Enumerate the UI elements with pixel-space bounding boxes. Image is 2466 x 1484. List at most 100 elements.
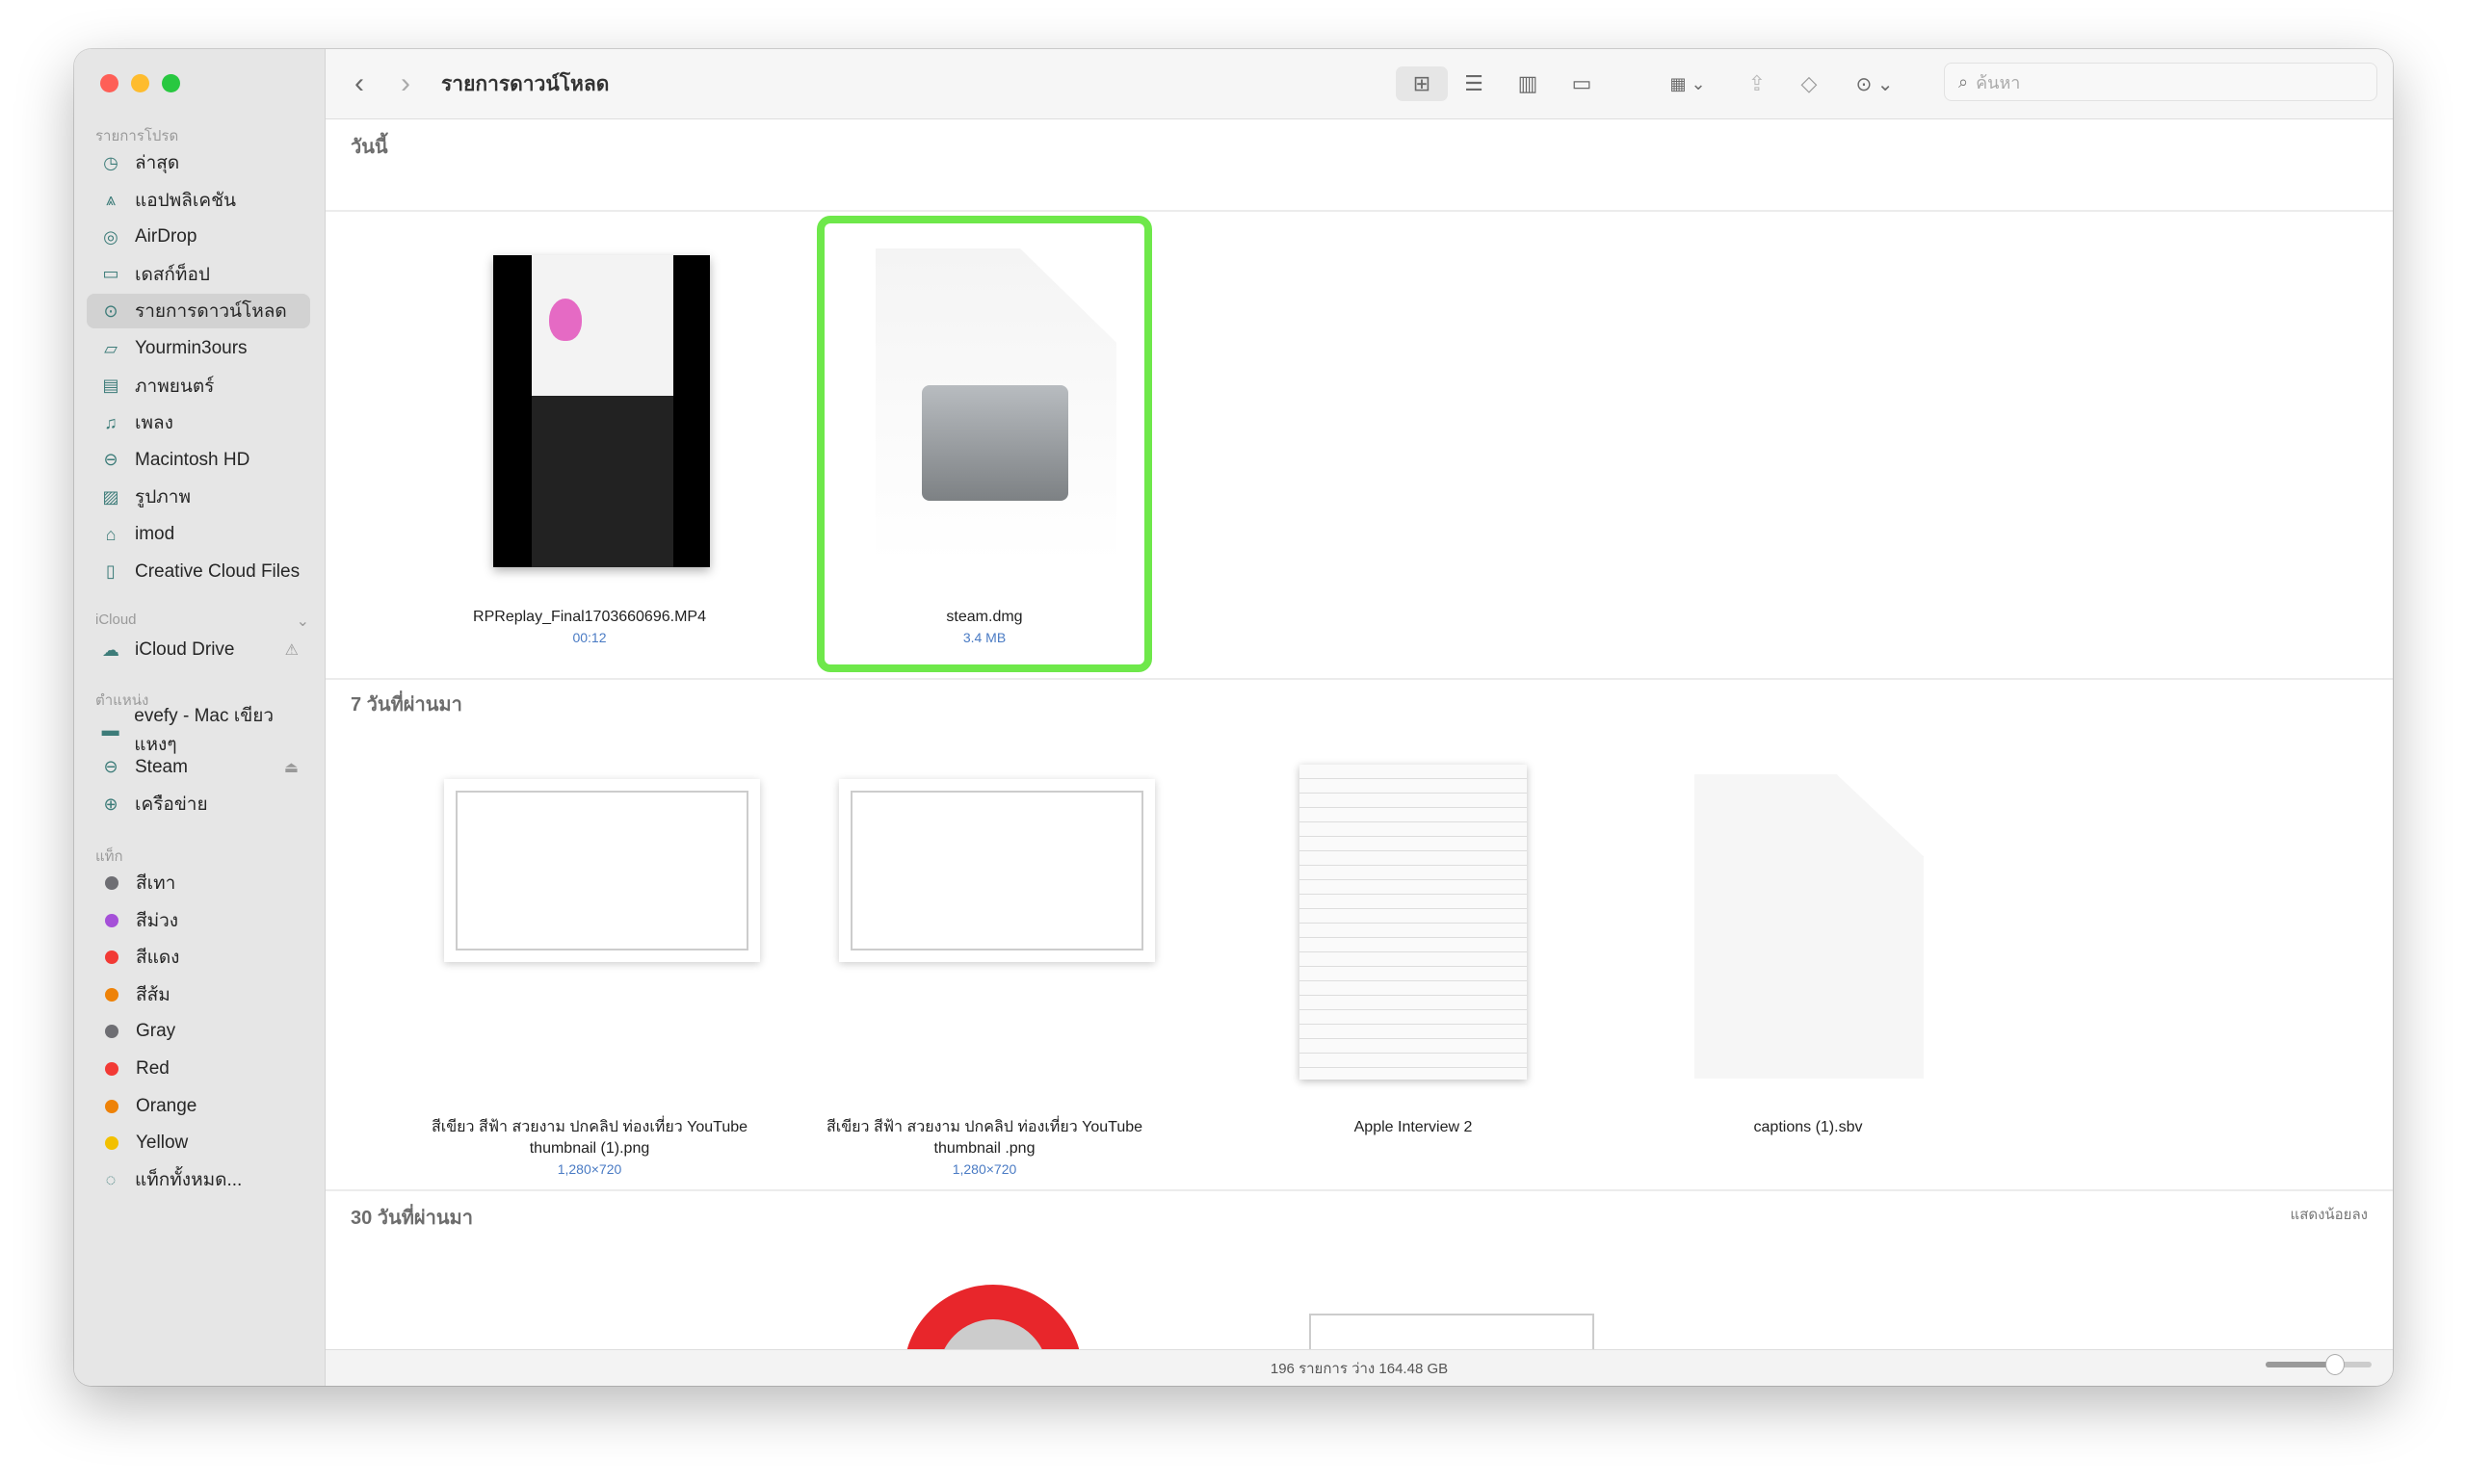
sidebar-item[interactable]: ▤ ภาพยนตร์ bbox=[87, 369, 310, 404]
image-thumbnail[interactable] bbox=[444, 779, 760, 962]
file-item[interactable]: steam.dmg 3.4 MB bbox=[797, 607, 1172, 647]
sidebar-item[interactable]: สีม่วง bbox=[87, 903, 310, 938]
back-button[interactable]: ‹ bbox=[345, 66, 374, 101]
disk-icon: ⊖ bbox=[103, 757, 118, 777]
sidebar-item-label: เพลง bbox=[135, 413, 173, 434]
eject-icon[interactable]: ⏏ bbox=[284, 758, 299, 777]
icon-view-button[interactable]: ⊞ bbox=[1396, 66, 1448, 101]
sidebar-item-icloud-drive[interactable]: ☁ iCloud Drive ⚠ bbox=[87, 633, 310, 667]
chevron-down-icon[interactable]: ⌄ bbox=[297, 612, 309, 631]
file-name: captions (1).sbv bbox=[1753, 1119, 1863, 1135]
tag-color-dot-icon bbox=[105, 1099, 118, 1113]
status-bar: 196 รายการ ว่าง 164.48 GB bbox=[326, 1349, 2393, 1386]
file-item[interactable]: สีเขียว สีฟ้า สวยงาม ปกคลิป ท่องเที่ยว Y… bbox=[402, 1117, 777, 1179]
minimize-button[interactable] bbox=[131, 74, 149, 92]
sidebar-item[interactable]: ▨ รูปภาพ bbox=[87, 480, 310, 514]
search-field[interactable]: ⌕ ค้นหา bbox=[1944, 63, 2377, 101]
sidebar-item-label: แอปพลิเคชัน bbox=[135, 190, 236, 211]
image-thumbnail[interactable] bbox=[839, 779, 1155, 962]
tag-color-dot-icon bbox=[105, 1136, 118, 1151]
sidebar-item-label: รูปภาพ bbox=[135, 487, 191, 508]
sidebar-item[interactable]: ▯ Creative Cloud Files bbox=[87, 555, 310, 589]
warning-icon: ⚠ bbox=[284, 642, 299, 659]
sidebar-item[interactable]: ♫ เพลง bbox=[87, 405, 310, 440]
sidebar-item[interactable]: ⌂ imod bbox=[87, 517, 310, 552]
share-button[interactable]: ⇪ bbox=[1738, 66, 1776, 101]
sidebar-item[interactable]: ⊕ เครือข่าย bbox=[87, 787, 310, 821]
desktop-icon: ▭ bbox=[102, 264, 119, 284]
sidebar-item[interactable]: สีเทา bbox=[87, 866, 310, 900]
sidebar: รายการโปรด ◷ ล่าสุด ⩓ แอปพลิเคชัน ◎ AirDrop ▭ เ… bbox=[74, 49, 326, 1386]
disk-icon bbox=[922, 385, 1068, 501]
forward-button[interactable]: › bbox=[391, 66, 420, 101]
sidebar-item-label: Macintosh HD bbox=[135, 449, 250, 470]
sidebar-item-label: ภาพยนตร์ bbox=[135, 376, 215, 397]
tag-color-dot-icon bbox=[105, 950, 118, 965]
finder-window: รายการโปรด ◷ ล่าสุด ⩓ แอปพลิเคชัน ◎ AirDrop ▭ เ… bbox=[74, 49, 2393, 1386]
sidebar-item[interactable]: ▱ Yourmin3ours bbox=[87, 331, 310, 366]
window-controls bbox=[100, 74, 180, 92]
sidebar-item-label: สีแดง bbox=[136, 948, 180, 969]
sidebar-item[interactable]: ⩓ แอปพลิเคชัน bbox=[87, 183, 310, 218]
tag-color-dot-icon bbox=[105, 913, 118, 927]
list-view-button[interactable]: ☰ bbox=[1451, 66, 1497, 101]
sidebar-item[interactable]: Orange bbox=[87, 1089, 310, 1124]
column-view-button[interactable]: ▥ bbox=[1505, 66, 1551, 101]
tag-button[interactable]: ◇ bbox=[1790, 66, 1828, 101]
sidebar-item-label: Steam bbox=[135, 756, 188, 777]
tag-color-dot-icon bbox=[105, 1025, 118, 1039]
cloud-icon: ☁ bbox=[102, 639, 119, 660]
sidebar-item-label: สีส้ม bbox=[136, 984, 171, 1005]
sidebar-item[interactable]: Red bbox=[87, 1052, 310, 1086]
sidebar-item-label: สีเทา bbox=[136, 873, 176, 894]
sidebar-item[interactable]: ⊖ Steam ⏏ bbox=[87, 750, 310, 785]
sidebar-item-label: Red bbox=[136, 1058, 170, 1079]
tags-icon: ◌ bbox=[105, 1169, 117, 1189]
file-item[interactable]: สีเขียว สีฟ้า สวยงาม ปกคลิป ท่องเที่ยว Y… bbox=[797, 1117, 1172, 1179]
sidebar-item[interactable]: Yellow bbox=[87, 1126, 310, 1160]
sidebar-item[interactable]: ⊙ รายการดาวน์โหลด bbox=[87, 294, 310, 329]
section-header-today: วันนี้ bbox=[351, 137, 388, 158]
sidebar-item[interactable]: ◎ AirDrop bbox=[87, 220, 310, 254]
sidebar-item[interactable]: สีแดง bbox=[87, 940, 310, 975]
sidebar-item[interactable]: สีส้ม bbox=[87, 977, 310, 1012]
folder-icon: ▱ bbox=[104, 338, 118, 358]
tag-color-dot-icon bbox=[105, 1062, 118, 1076]
search-placeholder: ค้นหา bbox=[1976, 72, 2021, 92]
sidebar-item[interactable]: ⊖ Macintosh HD bbox=[87, 443, 310, 478]
generic-file-icon[interactable] bbox=[1694, 774, 1924, 1079]
gallery-view-button[interactable]: ▭ bbox=[1559, 66, 1605, 101]
window-title: รายการดาวน์โหลด bbox=[441, 72, 610, 95]
video-thumbnail[interactable] bbox=[493, 255, 710, 567]
show-less-link[interactable]: แสดงน้อยลง bbox=[2291, 1203, 2368, 1226]
document-icon: ▯ bbox=[106, 561, 116, 582]
document-thumbnail[interactable] bbox=[1299, 765, 1527, 1080]
sidebar-item[interactable]: ▬ evefy - Mac เขียวแหงๆ bbox=[87, 706, 310, 755]
download-icon: ⊙ bbox=[103, 300, 118, 321]
favorites-header: รายการโปรด bbox=[95, 128, 179, 144]
sidebar-item[interactable]: ▭ เดสก์ท็อป bbox=[87, 257, 310, 292]
group-by-button[interactable]: ▦ ⌄ bbox=[1659, 66, 1717, 101]
close-button[interactable] bbox=[100, 74, 118, 92]
more-actions-button[interactable]: ⊙ ⌄ bbox=[1846, 66, 1903, 101]
file-name: สีเขียว สีฟ้า สวยงาม ปกคลิป ท่องเที่ยว Y… bbox=[431, 1119, 748, 1157]
sidebar-item-label: รายการดาวน์โหลด bbox=[135, 301, 287, 323]
sidebar-item-label: เครือข่าย bbox=[135, 794, 208, 816]
sidebar-item[interactable]: Gray bbox=[87, 1014, 310, 1049]
image-dimensions: 1,280×720 bbox=[952, 1161, 1017, 1177]
image-dimensions: 1,280×720 bbox=[557, 1161, 622, 1177]
sidebar-item-label: Creative Cloud Files bbox=[135, 560, 301, 582]
file-item[interactable]: captions (1).sbv bbox=[1620, 1117, 1996, 1138]
sidebar-item-label: สีม่วง bbox=[136, 910, 179, 931]
network-icon: ⊕ bbox=[103, 794, 118, 814]
airdrop-icon: ◎ bbox=[103, 226, 118, 247]
file-item[interactable]: Apple Interview 2 bbox=[1225, 1117, 1601, 1138]
section-header-30-days: 30 วันที่ผ่านมา bbox=[351, 1208, 473, 1229]
file-item[interactable]: RPReplay_Final1703660696.MP4 00:12 bbox=[402, 607, 777, 647]
sidebar-item[interactable]: ◷ ล่าสุด bbox=[87, 145, 310, 180]
sidebar-item-all-tags[interactable]: ◌ แท็กทั้งหมด... bbox=[87, 1162, 310, 1197]
zoom-button[interactable] bbox=[162, 74, 180, 92]
icon-size-slider[interactable] bbox=[2266, 1354, 2372, 1375]
sidebar-item-label: เดสก์ท็อป bbox=[135, 264, 210, 285]
home-icon: ⌂ bbox=[105, 524, 117, 544]
